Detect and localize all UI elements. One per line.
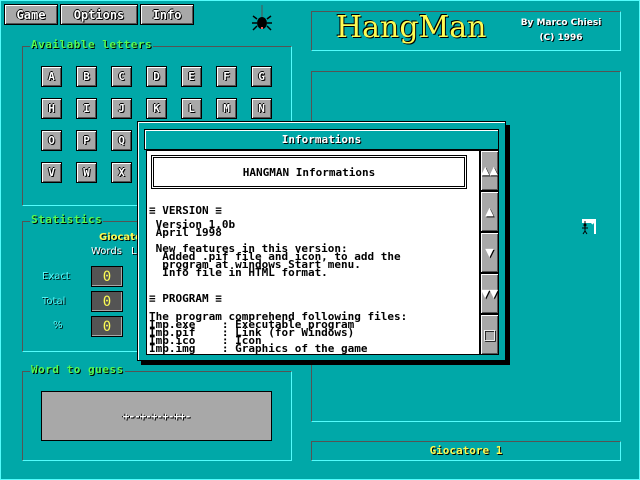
letter-button-j[interactable]: J (111, 98, 132, 119)
dialog-text-line: ≡ VERSION ≡ (149, 204, 222, 217)
percent-label: % (53, 320, 63, 331)
scroll-bottom-button[interactable]: ▼▼ (480, 273, 499, 314)
letter-button-b[interactable]: B (76, 66, 97, 87)
letter-button-d[interactable]: D (146, 66, 167, 87)
gallows-icon (582, 219, 596, 235)
letter-button-l[interactable]: L (181, 98, 202, 119)
scroll-down-button[interactable]: ▼ (480, 232, 499, 273)
informations-dialog: Informations HANGMAN Informations ≡ VERS… (137, 121, 506, 361)
statistics-title: Statistics (30, 213, 104, 226)
info-menu-button[interactable]: Info (140, 4, 194, 25)
dialog-text-line: Info file in HTML format. (149, 266, 328, 279)
letter-button-n[interactable]: N (251, 98, 272, 119)
author-text: By Marco Chiesi (520, 18, 602, 28)
exact-label: Exact (42, 271, 70, 282)
letter-button-g[interactable]: G (251, 66, 272, 87)
dialog-heading: HANGMAN Informations (151, 155, 467, 189)
letter-button-k[interactable]: K (146, 98, 167, 119)
total-label: Total (42, 296, 66, 307)
letter-button-i[interactable]: I (76, 98, 97, 119)
available-letters-title: Available letters (30, 38, 154, 51)
letter-button-m[interactable]: M (216, 98, 237, 119)
words-column-label: Words (91, 246, 122, 257)
total-value: 0 (91, 291, 123, 312)
letter-button-q[interactable]: Q (111, 130, 132, 151)
letter-button-w[interactable]: W (76, 162, 97, 183)
second-column-label: L (131, 246, 137, 257)
dialog-scrollbar[interactable]: ▲▲ ▲ ▼ ▼▼ □ (480, 150, 499, 355)
letter-button-v[interactable]: V (41, 162, 62, 183)
word-pattern: +--+-+-+-++- (41, 391, 272, 441)
dialog-text-line: April 1998 (149, 226, 222, 239)
percent-value: 0 (91, 316, 123, 337)
exact-value: 0 (91, 266, 123, 287)
letter-button-c[interactable]: C (111, 66, 132, 87)
scroll-up-button[interactable]: ▲ (480, 191, 499, 232)
app-title: HangMan (336, 10, 487, 45)
game-menu-button[interactable]: Game (4, 4, 58, 25)
options-menu-button[interactable]: Options (60, 4, 138, 25)
copyright-text: (C) 1996 (539, 33, 583, 43)
letter-button-e[interactable]: E (181, 66, 202, 87)
dialog-text-line: Imp.img : Graphics of the game (149, 342, 368, 355)
dialog-text-line: ≡ PROGRAM ≡ (149, 292, 222, 305)
dialog-title-bar[interactable]: Informations (144, 129, 499, 150)
word-to-guess-title: Word to guess (30, 363, 125, 376)
letter-button-f[interactable]: F (216, 66, 237, 87)
player-bar-label: Giocatore 1 (429, 444, 503, 457)
letter-button-x[interactable]: X (111, 162, 132, 183)
dialog-content[interactable]: HANGMAN Informations ≡ VERSION ≡ Version… (146, 150, 480, 355)
close-dialog-button[interactable]: □ (480, 314, 499, 355)
scroll-top-button[interactable]: ▲▲ (480, 150, 499, 191)
letter-button-p[interactable]: P (76, 130, 97, 151)
letter-button-a[interactable]: A (41, 66, 62, 87)
letter-button-h[interactable]: H (41, 98, 62, 119)
letter-button-o[interactable]: O (41, 130, 62, 151)
spider-icon (252, 5, 272, 31)
